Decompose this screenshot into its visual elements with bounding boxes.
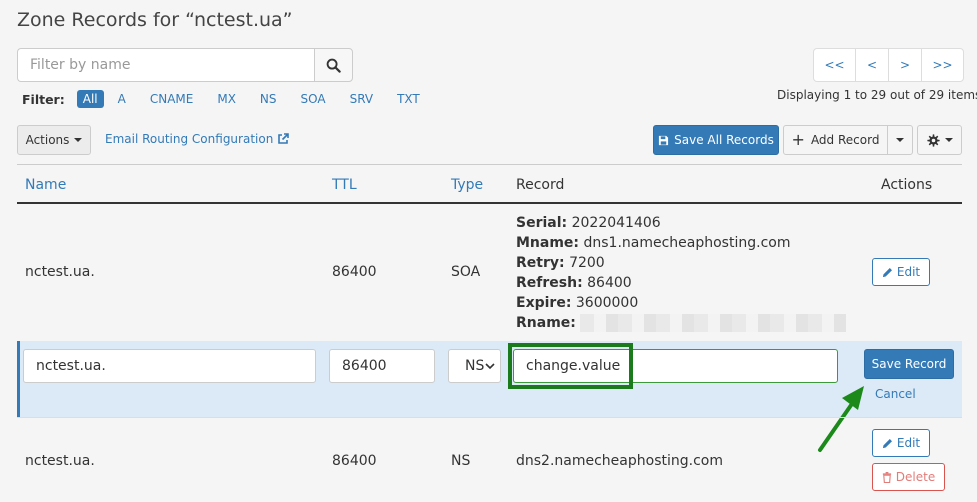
filter-all[interactable]: All (76, 90, 104, 108)
filter-ns[interactable]: NS (254, 90, 283, 108)
gear-icon (926, 133, 940, 147)
ns-row-record: dns2.namecheaphosting.com (516, 453, 723, 469)
filter-srv[interactable]: SRV (344, 90, 380, 108)
caret-down-icon (944, 138, 953, 142)
soa-record-details: Serial: 2022041406 Mname: dns1.namecheap… (516, 213, 847, 333)
column-header-type[interactable]: Type (451, 177, 483, 193)
highlight-annotation-box (508, 343, 633, 389)
column-header-name[interactable]: Name (25, 177, 66, 193)
add-record-button[interactable]: + Add Record (783, 125, 888, 155)
add-record-label: Add Record (810, 133, 880, 147)
edit-label: Edit (896, 436, 921, 450)
ns-row-ttl: 86400 (332, 453, 377, 469)
settings-dropdown-button[interactable] (917, 125, 962, 155)
edit-ttl-input[interactable] (329, 349, 435, 383)
first-page-button[interactable]: << (813, 48, 856, 82)
edit-name-input[interactable] (23, 349, 316, 383)
email-routing-label: Email Routing Configuration (105, 132, 274, 146)
trash-icon (882, 471, 891, 483)
refresh-value: 86400 (587, 275, 632, 291)
save-all-label: Save All Records (674, 133, 774, 147)
pagination-info: Displaying 1 to 29 out of 29 items (777, 88, 977, 102)
save-all-records-button[interactable]: Save All Records (653, 125, 779, 155)
chevron-down-icon (485, 363, 495, 370)
soa-row-ttl: 86400 (332, 264, 377, 280)
ns-row-type: NS (451, 453, 471, 469)
retry-label: Retry: (516, 255, 565, 271)
floppy-disk-icon (659, 135, 669, 145)
serial-label: Serial: (516, 215, 568, 231)
caret-down-icon (896, 138, 904, 142)
column-header-record: Record (516, 177, 565, 193)
email-routing-link[interactable]: Email Routing Configuration (105, 132, 290, 146)
ns-edit-button[interactable]: Edit (872, 429, 930, 457)
pointer-arrow-icon (818, 386, 864, 452)
page-title: Zone Records for “nctest.ua” (17, 9, 293, 31)
pagination: << < > >> (813, 48, 964, 82)
rname-redacted-value (580, 314, 847, 332)
search-icon (326, 58, 341, 73)
column-header-actions: Actions (881, 177, 933, 193)
expire-label: Expire: (516, 295, 572, 311)
search-input[interactable] (17, 48, 314, 82)
table-header-border (17, 202, 962, 204)
expire-value: 3600000 (575, 295, 639, 311)
edit-label: Edit (896, 265, 921, 279)
filter-txt[interactable]: TXT (391, 90, 426, 108)
filter-cname[interactable]: CNAME (144, 90, 200, 108)
delete-label: Delete (895, 470, 936, 484)
add-record-dropdown-toggle[interactable] (887, 125, 913, 155)
soa-row-type: SOA (451, 264, 481, 280)
filter-bar: Filter: All A CNAME MX NS SOA SRV TXT (22, 89, 438, 109)
table-top-border (17, 164, 962, 165)
filter-a[interactable]: A (112, 90, 132, 108)
serial-value: 2022041406 (571, 215, 661, 231)
caret-down-icon (74, 138, 83, 142)
cancel-link[interactable]: Cancel (875, 387, 916, 401)
retry-value: 7200 (569, 255, 605, 271)
type-select-value: NS (465, 358, 485, 374)
filter-mx[interactable]: MX (211, 90, 242, 108)
actions-label: Actions (25, 133, 70, 147)
ns-row-name: nctest.ua. (25, 453, 95, 469)
rname-label: Rname: (516, 315, 576, 331)
pencil-icon (882, 267, 892, 277)
ns-delete-button[interactable]: Delete (872, 463, 945, 491)
filter-soa[interactable]: SOA (295, 90, 332, 108)
mname-value: dns1.namecheaphosting.com (583, 235, 791, 251)
soa-edit-button[interactable]: Edit (872, 258, 930, 286)
pencil-icon (882, 438, 892, 448)
plus-icon: + (791, 130, 805, 149)
prev-page-button[interactable]: < (855, 48, 889, 82)
refresh-label: Refresh: (516, 275, 583, 291)
search-bar (17, 48, 353, 82)
next-page-button[interactable]: > (888, 48, 922, 82)
external-link-icon (278, 133, 290, 144)
actions-dropdown-button[interactable]: Actions (17, 125, 91, 155)
column-header-ttl[interactable]: TTL (332, 177, 357, 193)
save-record-button[interactable]: Save Record (864, 349, 954, 379)
row-divider (17, 417, 962, 418)
search-button[interactable] (314, 48, 353, 82)
last-page-button[interactable]: >> (921, 48, 964, 82)
edit-type-select[interactable]: NS (448, 349, 501, 383)
mname-label: Mname: (516, 235, 580, 251)
filter-label: Filter: (22, 91, 65, 107)
soa-row-name: nctest.ua. (25, 264, 95, 280)
